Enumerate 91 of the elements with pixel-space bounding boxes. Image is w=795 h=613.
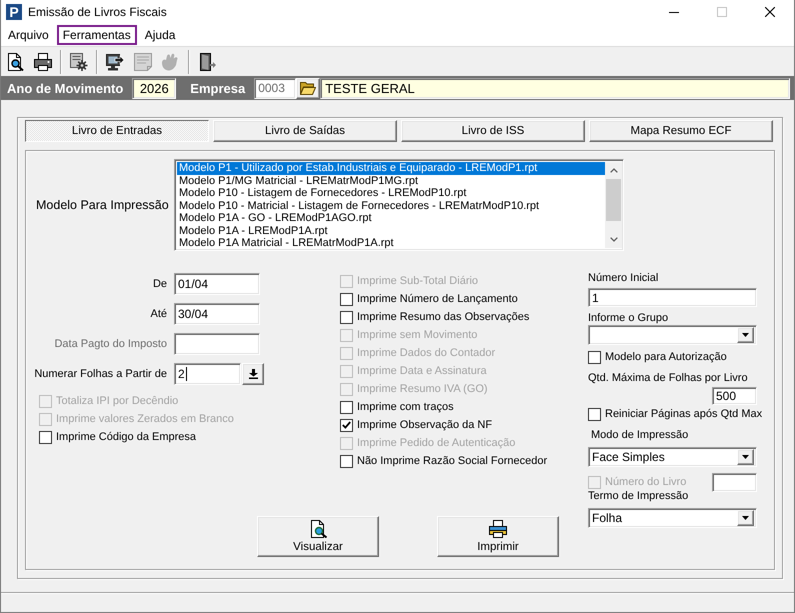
model-label: Modelo Para Impressão xyxy=(36,198,170,212)
list-item[interactable]: Modelo P10 - Listagem de Fornecedores - LREModP10.rpt xyxy=(177,187,605,200)
field-label: Informe o Grupo xyxy=(588,311,668,325)
checkbox[interactable] xyxy=(588,350,601,364)
list-item[interactable]: Modelo P10 - Matricial - Listagem de Fornecedores - LREMatrModP10.rpt xyxy=(177,200,605,212)
field-label: De xyxy=(152,278,167,290)
checkbox-label: Imprime Data e Assinatura xyxy=(357,365,487,377)
checkbox-label: Reiniciar Páginas após Qtd Max xyxy=(605,408,762,420)
door-icon[interactable] xyxy=(198,52,216,70)
checkbox-label: Número do Livro xyxy=(605,476,686,488)
text-field[interactable]: 30/04 xyxy=(174,303,260,325)
field-label: Número Inicial xyxy=(588,271,658,285)
company-name-field[interactable]: TESTE GERAL xyxy=(320,78,790,98)
list-item[interactable]: Modelo P1A Matricial - LREMatrModP1A.rpt xyxy=(177,237,605,250)
field-label: Data Pagto do Imposto xyxy=(54,338,167,350)
checkbox-label: Imprime Sub-Total Diário xyxy=(357,275,478,287)
dropdown-button[interactable] xyxy=(737,327,754,343)
caret-icon xyxy=(742,455,749,459)
checkbox-label: Imprime Número de Lançamento xyxy=(357,293,518,305)
spin-button[interactable] xyxy=(242,363,264,385)
scrollbar[interactable] xyxy=(605,162,622,248)
model-list[interactable] xyxy=(174,159,624,251)
printer-icon xyxy=(489,520,507,538)
document-magnifier-icon xyxy=(309,520,327,538)
caret-icon xyxy=(742,516,749,520)
scrollbar-thumb[interactable] xyxy=(606,179,621,221)
text-field[interactable]: 01/04 xyxy=(174,273,260,295)
checkbox[interactable] xyxy=(340,400,353,414)
checkbox-label: Imprime valores Zerados em Branco xyxy=(56,413,234,425)
list-item[interactable]: Modelo P1A - LREModP1A.rpt xyxy=(177,224,605,237)
dropdown-field[interactable]: Folha xyxy=(588,508,757,528)
document-magnifier-icon[interactable] xyxy=(6,52,24,70)
checkbox-label: Imprime sem Movimento xyxy=(357,329,478,341)
window-title: Emissão de Livros Fiscais xyxy=(28,5,167,19)
tab[interactable]: Livro de Entradas xyxy=(25,120,209,142)
field-label: Modo de Impressão xyxy=(591,428,688,442)
checkbox-label: Imprime Observação da NF xyxy=(357,419,492,431)
checkbox[interactable] xyxy=(340,418,353,432)
chevron-up-icon[interactable] xyxy=(610,168,618,173)
folder-button[interactable] xyxy=(296,78,320,98)
text-field[interactable] xyxy=(712,472,757,492)
close-icon[interactable] xyxy=(765,7,775,17)
list-item[interactable]: Modelo P1/MG Matricial - LREMatrModP1MG.rpt xyxy=(177,174,605,187)
field-label: Até xyxy=(150,308,167,320)
preview-button[interactable]: Visualizar xyxy=(257,516,379,557)
monitor-icon[interactable] xyxy=(106,52,124,70)
tab[interactable]: Mapa Resumo ECF xyxy=(589,120,773,142)
tab[interactable]: Livro de ISS xyxy=(401,120,585,142)
checkbox-label: Imprime Resumo IVA (GO) xyxy=(357,383,488,395)
checkbox[interactable] xyxy=(340,292,353,306)
checkbox-label: Totaliza IPI por Decêndio xyxy=(56,395,178,407)
checkbox-label: Imprime Pedido de Autenticação xyxy=(357,437,516,449)
dropdown-field[interactable] xyxy=(588,325,757,345)
year-field[interactable]: 2026 xyxy=(132,78,176,98)
printer-icon[interactable] xyxy=(34,52,52,70)
chevron-down-icon[interactable] xyxy=(610,237,618,242)
dropdown-button[interactable] xyxy=(737,510,754,526)
caret-icon xyxy=(742,333,749,337)
gear-icon[interactable] xyxy=(70,52,88,70)
list-item[interactable]: Modelo P1 - Utilizado por Estab.Industriais e Equiparado - LREModP1.rpt xyxy=(177,162,605,174)
checkbox-label: Não Imprime Razão Social Fornecedor xyxy=(357,455,548,467)
field-label: Termo de Impressão xyxy=(588,489,688,503)
field-label: Numerar Folhas a Partir de xyxy=(34,368,167,380)
checkbox-label: Imprime Resumo das Observações xyxy=(357,311,530,323)
text-field[interactable]: 1 xyxy=(588,288,757,307)
checkbox-label: Modelo para Autorização xyxy=(605,351,727,363)
menu-item[interactable]: Ferramentas xyxy=(56,25,137,45)
checkbox[interactable] xyxy=(340,454,353,468)
dropdown-field[interactable]: Face Simples xyxy=(588,447,757,467)
number-field[interactable]: 2 xyxy=(174,363,241,385)
menu-item[interactable]: Ajuda xyxy=(138,25,182,45)
year-label: Ano de Movimento xyxy=(7,80,124,96)
number-field[interactable]: 500 xyxy=(712,387,757,405)
dropdown-button[interactable] xyxy=(737,449,754,465)
checkbox[interactable] xyxy=(588,408,601,420)
checkbox-label: Imprime com traços xyxy=(357,401,454,413)
print-button[interactable]: Imprimir xyxy=(437,516,559,557)
checkbox-label: Imprime Código da Empresa xyxy=(56,431,196,443)
company-code-field[interactable]: 0003 xyxy=(254,78,296,98)
folder-icon xyxy=(300,81,316,95)
tab[interactable]: Livro de Saídas xyxy=(213,120,397,142)
field-label: Qtd. Máxima de Folhas por Livro xyxy=(588,371,748,385)
checkmark-icon xyxy=(342,421,351,429)
checkbox[interactable] xyxy=(340,310,353,324)
menu-item[interactable]: Arquivo xyxy=(2,25,55,45)
app-logo: P xyxy=(6,4,22,20)
list-item[interactable]: Modelo P1A - GO - LREModP1AGO.rpt xyxy=(177,212,605,224)
checkbox-label: Imprime Dados do Contador xyxy=(357,347,496,359)
checkbox[interactable] xyxy=(39,430,52,444)
company-label: Empresa xyxy=(190,80,246,96)
arrow-down-icon xyxy=(248,369,258,379)
